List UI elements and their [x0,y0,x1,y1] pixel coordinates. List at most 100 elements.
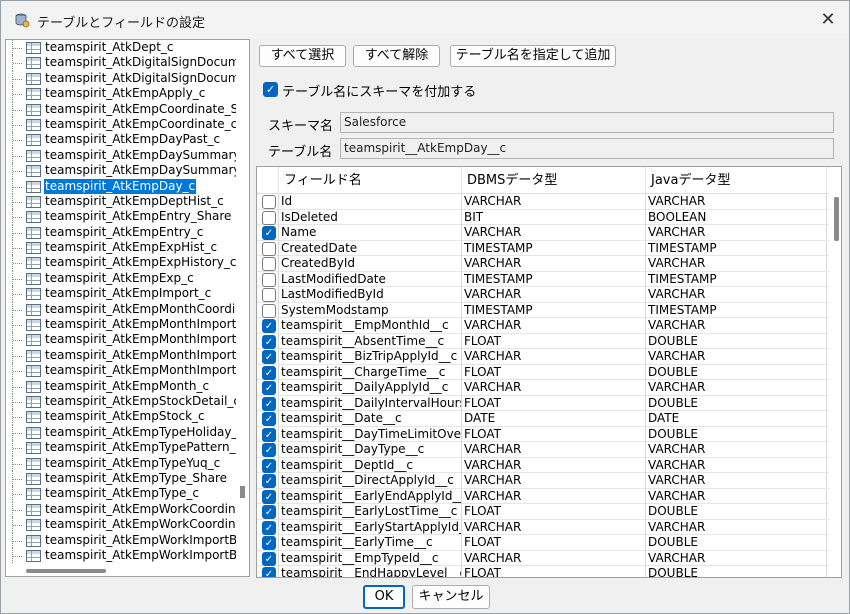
table-row[interactable]: ✓ teamspirit__EarlyTime__c FLOAT DOUBLE [257,535,829,551]
field-checkbox[interactable] [262,272,276,287]
field-checkbox[interactable] [262,241,276,256]
table-tree-item[interactable]: teamspirit_AtkEmpDaySummary_ [6,163,236,179]
field-checkbox[interactable]: ✓ [262,412,276,426]
table-row[interactable]: ✓ teamspirit__AbsentTime__c FLOAT DOUBLE [257,333,829,349]
table-tree-item[interactable]: teamspirit_AtkEmpExp_c [6,270,236,287]
table-tree-item[interactable]: teamspirit_AtkEmpDaySummary_ [6,147,236,164]
field-checkbox[interactable] [262,257,276,271]
field-checkbox[interactable]: ✓ [262,226,276,240]
table-tree-item[interactable]: teamspirit_AtkEmpType_Share [6,470,236,487]
table-row[interactable]: ✓ teamspirit__EndHappyLevel__c FLOAT DOUBLE [257,566,829,577]
table-row[interactable]: Id VARCHAR VARCHAR [257,194,829,210]
table-tree-item[interactable]: teamspirit_AtkEmpStock_c [6,409,236,425]
table-tree-item[interactable]: teamspirit_AtkEmpWorkImportBa [6,532,236,548]
table-row[interactable]: ✓ teamspirit__DayType__c VARCHAR VARCHAR [257,442,829,458]
table-tree-item[interactable]: teamspirit_AtkEmpMonthImportE [6,317,236,333]
table-tree-item[interactable]: teamspirit_AtkEmpMonthImportE [6,332,236,348]
field-checkbox[interactable]: ✓ [262,474,276,488]
table-tree-item[interactable]: teamspirit_AtkEmpDeptHist_c [6,193,236,210]
table-tree-item[interactable]: teamspirit_AtkEmpMonthImport_ [6,363,236,379]
field-checkbox[interactable]: ✓ [262,567,276,577]
field-checkbox[interactable]: ✓ [262,319,276,333]
field-checkbox[interactable]: ✓ [262,350,276,364]
table-row[interactable]: IsDeleted BIT BOOLEAN [257,209,829,225]
table-row[interactable]: ✓ teamspirit__DayTimeLimitOver... FLOAT DOU… [257,426,829,442]
header-java-type[interactable]: Javaデータ型 [646,167,827,194]
table-row[interactable]: ✓teamspirit__DailyIntervalHours_...FLOAT… [257,395,829,411]
table-row[interactable]: ✓ teamspirit__EmpTypeId__c VARCHAR VARCHAR [257,550,829,566]
field-checkbox[interactable]: ✓ [262,427,276,442]
table-tree-item[interactable]: teamspirit_AtkEmpDay_c [6,178,236,194]
table-tree-item[interactable]: teamspirit_AtkEmpStockDetail_c [6,393,236,410]
add-by-table-name-button[interactable]: テーブル名を指定して追加 [450,45,616,67]
scrollbar-thumb[interactable] [240,486,245,498]
table-row[interactable]: ✓ Name VARCHAR VARCHAR [257,225,829,241]
table-row[interactable]: ✓ teamspirit__EarlyLostTime__c FLOAT DOUBLE [257,504,829,520]
field-checkbox[interactable] [262,288,276,302]
table-row[interactable]: ✓ teamspirit__DeptId__c VARCHAR VARCHAR [257,457,829,473]
table-row[interactable]: ✓ teamspirit__Date__c DATE DATE [257,411,829,427]
table-tree-item[interactable]: teamspirit_AtkEmpWorkImportBa [6,547,236,564]
table-tree-item[interactable]: teamspirit_AtkEmpDayPast_c [6,132,236,148]
table-row[interactable]: SystemModstamp TIMESTAMP TIMESTAMP [257,302,829,318]
append-schema-checkbox[interactable]: ✓ [263,82,278,97]
ok-button[interactable]: OK [363,585,405,609]
table-tree-item[interactable]: teamspirit_AtkEmpExpHist_c [6,240,236,256]
field-checkbox[interactable]: ✓ [262,536,276,550]
header-field-name[interactable]: フィールド名 [279,167,462,194]
field-checkbox[interactable]: ✓ [262,551,276,566]
field-checkbox[interactable]: ✓ [262,381,276,395]
table-row[interactable]: ✓ teamspirit__BizTripApplyId__c VARCHAR VAR… [257,349,829,365]
table-tree-item[interactable]: teamspirit_AtkDept_c [6,40,236,56]
select-all-button[interactable]: すべて選択 [259,45,346,67]
field-checkbox[interactable] [262,195,276,209]
table-tree-item[interactable]: teamspirit_AtkEmpWorkCoordina [6,501,236,518]
field-grid-vertical-scrollbar[interactable] [830,167,841,577]
table-row[interactable]: LastModifiedById VARCHAR VARCHAR [257,287,829,303]
field-checkbox[interactable]: ✓ [262,334,276,349]
table-row[interactable]: ✓ teamspirit__EarlyEndApplyId__c VARCHAR VA… [257,488,829,504]
table-row[interactable]: CreatedDate TIMESTAMP TIMESTAMP [257,240,829,256]
field-checkbox[interactable]: ✓ [262,458,276,473]
field-checkbox[interactable]: ✓ [262,443,276,457]
table-tree-item[interactable]: teamspirit_AtkEmpMonth_c [6,378,236,394]
table-tree-item[interactable]: teamspirit_AtkEmpCoordinate_c [6,116,236,133]
table-tree-item[interactable]: teamspirit_AtkEmpEntry_c [6,224,236,241]
scrollbar-thumb[interactable] [834,197,839,241]
field-checkbox[interactable]: ✓ [262,365,276,380]
header-dbms-type[interactable]: DBMSデータ型 [462,167,646,194]
field-checkbox[interactable]: ✓ [262,489,276,504]
table-row[interactable]: ✓ teamspirit__EmpMonthId__c VARCHAR VARCHAR [257,318,829,334]
table-tree-item[interactable]: teamspirit_AtkEmpTypeYuq_c [6,455,236,471]
close-button[interactable]: ✕ [815,7,841,33]
table-row[interactable]: ✓ teamspirit__DirectApplyId__c VARCHAR VARC… [257,473,829,489]
field-checkbox[interactable]: ✓ [262,505,276,519]
field-checkbox[interactable] [262,210,276,225]
table-tree-item[interactable]: teamspirit_AtkEmpExpHistory_c [6,255,236,271]
table-list-vertical-scrollbar[interactable] [236,40,249,566]
table-tree-item[interactable]: teamspirit_AtkEmpImport_c [6,286,236,302]
field-checkbox[interactable] [262,303,276,318]
table-tree-item[interactable]: teamspirit_AtkEmpMonthImport_ [6,347,236,364]
deselect-all-button[interactable]: すべて解除 [353,45,440,67]
table-tree-item[interactable]: teamspirit_AtkEmpType_c [6,486,236,502]
table-row[interactable]: ✓ teamspirit__ChargeTime__c FLOAT DOUBLE [257,364,829,380]
table-tree-item[interactable]: teamspirit_AtkEmpCoordinate_S [6,101,236,117]
scrollbar-thumb[interactable] [26,569,106,573]
table-tree-item[interactable]: teamspirit_AtkDigitalSignDocume [6,55,236,71]
table-list-horizontal-scrollbar[interactable] [6,566,249,576]
table-row[interactable]: ✓ teamspirit__DailyApplyId__c VARCHAR VARCH… [257,380,829,396]
table-row[interactable]: ✓ teamspirit__EarlyStartApplyId__c VARCHAR… [257,519,829,535]
table-row[interactable]: LastModifiedDate TIMESTAMP TIMESTAMP [257,271,829,287]
field-checkbox[interactable]: ✓ [262,396,276,411]
table-row[interactable]: CreatedById VARCHAR VARCHAR [257,256,829,272]
table-tree-item[interactable]: teamspirit_AtkEmpMonthCoordin [6,301,236,318]
table-tree-item[interactable]: teamspirit_AtkEmpApply_c [6,86,236,102]
cancel-button[interactable]: キャンセル [412,585,490,609]
table-tree-item[interactable]: teamspirit_AtkEmpTypePattern_ [6,440,236,456]
table-tree-item[interactable]: teamspirit_AtkDigitalSignDocume [6,70,236,87]
table-tree-item[interactable]: teamspirit_AtkEmpEntry_Share [6,209,236,225]
table-tree-item[interactable]: teamspirit_AtkEmpTypeHoliday_c [6,424,236,441]
field-checkbox[interactable]: ✓ [262,520,276,535]
table-tree-item[interactable]: teamspirit_AtkEmpWorkCoordinat [6,517,236,533]
